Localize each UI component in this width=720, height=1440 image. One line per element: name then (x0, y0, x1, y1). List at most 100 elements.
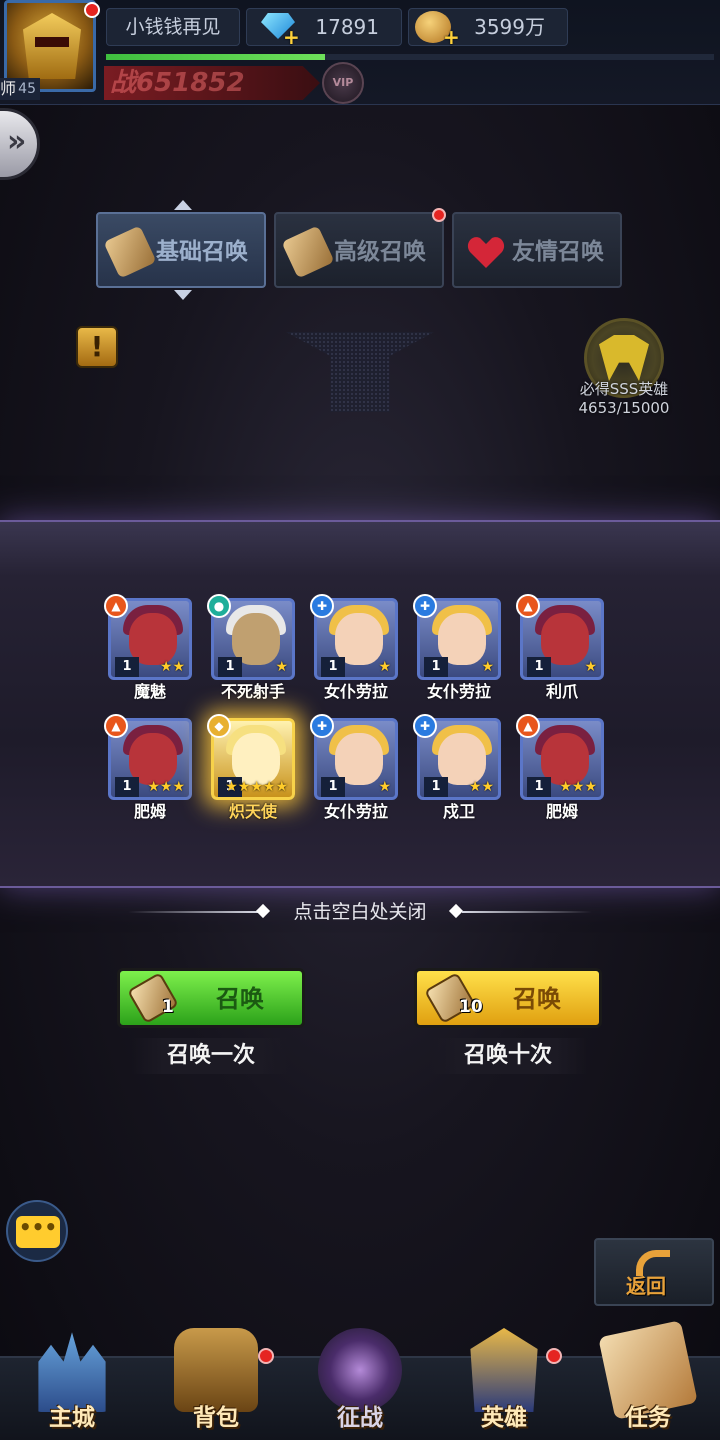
chat-bubble-icon: ••• (16, 1216, 60, 1248)
hero-stars: ★★ (159, 659, 185, 675)
hero-level: 1 (115, 777, 139, 797)
hero-class-icon: ✚ (413, 594, 437, 618)
hero-card[interactable]: 1 ★★ ▲ 魔魅 (104, 594, 192, 708)
hero-stars: ★ (378, 779, 391, 795)
hero-card[interactable]: 1 ★★★ ▲ 肥姆 (516, 714, 604, 828)
hero-class-icon: ✚ (310, 714, 334, 738)
tab-notification-dot (432, 208, 446, 222)
scroll-icon (281, 225, 335, 279)
hero-stars: ★ (584, 659, 597, 675)
hero-stars: ★★★★★ (225, 779, 288, 795)
tab-label: 高级召唤 (334, 239, 426, 265)
tab-basic-summon[interactable]: 基础召唤 (96, 212, 266, 288)
hero-class-icon: ▲ (516, 714, 540, 738)
summon-ten-caption: 召唤十次 (429, 1038, 587, 1074)
hero-class-icon: ◆ (207, 714, 231, 738)
nav-notification-dot (258, 1348, 274, 1364)
tab-label: 友情召唤 (512, 239, 604, 265)
gold-counter[interactable]: + 3599万 (408, 8, 568, 47)
summon-tabs: 基础召唤 高级召唤 友情召唤 (96, 200, 626, 300)
diamond-value: 17891 (315, 15, 379, 39)
sss-helmet-icon (599, 335, 649, 381)
hero-stars: ★ (275, 659, 288, 675)
expand-menu-button[interactable]: » (0, 108, 40, 180)
nav-label: 征战 (337, 1405, 383, 1431)
nav-backpack[interactable]: 背包 (144, 1328, 288, 1440)
exp-bar (106, 54, 714, 60)
hero-stars: ★ (481, 659, 494, 675)
hero-level: 1 (218, 657, 242, 677)
sss-guarantee-title: 必得SSS英雄 (579, 380, 669, 398)
combat-power: 战651852 (104, 66, 320, 100)
back-button[interactable]: 返回 (594, 1238, 714, 1306)
nav-campaign[interactable]: 征战 (288, 1328, 432, 1440)
hero-card[interactable]: 1 ★ ✚ 女仆劳拉 (413, 594, 501, 708)
tab-advanced-summon[interactable]: 高级召唤 (274, 208, 446, 288)
nav-quests[interactable]: 任务 (576, 1320, 720, 1440)
hero-name: 肥姆 (545, 802, 578, 821)
back-label: 返回 (626, 1274, 666, 1298)
hero-stars: ★ (378, 659, 391, 675)
hero-level: 1 (115, 657, 139, 677)
summon-ten-button[interactable]: 10 召唤 (414, 968, 602, 1028)
avatar-visor (35, 37, 69, 47)
hero-card[interactable]: 1 ★ ✚ 女仆劳拉 (310, 594, 398, 708)
close-hint: 点击空白处关闭 (293, 901, 427, 923)
gold-value: 3599万 (474, 15, 545, 39)
summon-altar (286, 332, 434, 412)
player-name: 小钱钱再见 (106, 8, 240, 46)
summon-screen: 45 师 小钱钱再见 + 17891 + 3599万 战651852 VIP »… (0, 0, 720, 1440)
nav-label: 任务 (625, 1405, 671, 1431)
nav-label: 主城 (49, 1405, 95, 1431)
top-bar: 45 师 小钱钱再见 + 17891 + 3599万 战651852 VIP (0, 0, 720, 105)
summon-ten-cost: 10 (459, 997, 483, 1017)
active-tab-arrow-up-icon (174, 200, 192, 210)
hero-level: 1 (321, 777, 345, 797)
add-gold-icon[interactable]: + (443, 27, 460, 47)
diamond-counter[interactable]: + 17891 (246, 8, 402, 47)
hero-name: 利爪 (545, 682, 578, 701)
hero-card[interactable]: 1 ★ ▲ 利爪 (516, 594, 604, 708)
exp-bar-fill (106, 54, 325, 60)
hero-class-icon: ▲ (104, 714, 128, 738)
hero-card[interactable]: 1 ★ ✚ 女仆劳拉 (310, 714, 398, 828)
hero-card[interactable]: 1 ★★★ ▲ 肥姆 (104, 714, 192, 828)
avatar-notification-dot (84, 2, 100, 18)
hero-class-icon: ✚ (413, 714, 437, 738)
hero-card[interactable]: 1 ★ ● 不死射手 (207, 594, 295, 708)
active-tab-arrow-down-icon (174, 290, 192, 300)
nav-notification-dot (546, 1348, 562, 1364)
hero-stars: ★★★ (559, 779, 597, 795)
bottom-nav: 主城 背包 征战 英雄 任务 (0, 1320, 720, 1440)
chat-button[interactable]: ••• (6, 1200, 68, 1262)
info-button[interactable]: ! (76, 326, 118, 368)
hero-class-icon: ✚ (310, 594, 334, 618)
hero-stars: ★★ (468, 779, 494, 795)
summon-once-button[interactable]: 1 召唤 (117, 968, 305, 1028)
hero-stars: ★★★ (147, 779, 185, 795)
tab-friendship-summon[interactable]: 友情召唤 (452, 212, 622, 288)
nav-main-city[interactable]: 主城 (0, 1328, 144, 1440)
sss-guarantee-progress: 4653/15000 (578, 399, 670, 417)
summon-once-caption: 召唤一次 (132, 1038, 290, 1074)
summon-once-cost: 1 (162, 997, 174, 1017)
summon-once-label: 召唤 (216, 985, 264, 1013)
hero-card[interactable]: 1 ★★★★★ ◆ 炽天使 (207, 714, 295, 828)
hero-card[interactable]: 1 ★★ ✚ 戍卫 (413, 714, 501, 828)
scroll-icon (103, 225, 157, 279)
add-diamond-icon[interactable]: + (283, 27, 300, 47)
heart-icon (466, 232, 506, 272)
hero-level: 1 (424, 777, 448, 797)
summon-ten-label: 召唤 (513, 985, 561, 1013)
combat-power-value: 战651852 (110, 68, 245, 98)
hero-level: 1 (527, 657, 551, 677)
hero-class-icon: ▲ (516, 594, 540, 618)
nav-label: 背包 (193, 1405, 239, 1431)
summon-result-panel: 1 ★★ ▲ 魔魅 1 ★ ● 不死射手 1 ★ ✚ 女仆劳拉 1 ★ ✚ 女仆劳拉 1 ★ ▲ 利爪 1 ★★★ ▲ 肥姆 1… (0, 520, 720, 888)
edge-text: 师 (0, 79, 17, 98)
nav-heroes[interactable]: 英雄 (432, 1328, 576, 1440)
vip-badge[interactable]: VIP (322, 62, 364, 104)
nav-label: 英雄 (481, 1405, 527, 1431)
hero-level: 1 (424, 657, 448, 677)
hero-level: 1 (321, 657, 345, 677)
